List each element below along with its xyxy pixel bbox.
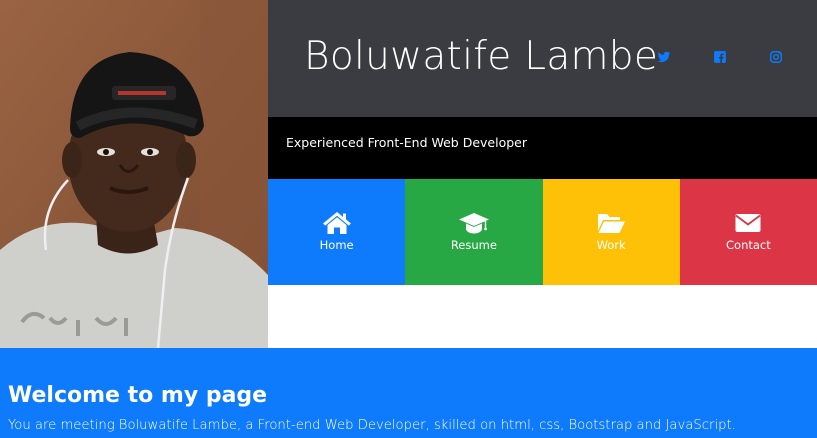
graduation-cap-icon — [458, 211, 489, 235]
twitter-link[interactable] — [657, 50, 671, 64]
welcome-text: You are meeting Boluwatife Lambe, a Fron… — [8, 418, 736, 433]
site-header: Boluwatife Lambe — [268, 0, 817, 117]
site-title: Boluwatife Lambe — [304, 34, 659, 79]
nav-tile-label: Contact — [726, 238, 771, 252]
profile-photo — [0, 0, 268, 348]
facebook-icon — [713, 50, 727, 64]
twitter-icon — [657, 50, 671, 64]
welcome-section: Welcome to my page You are meeting Boluw… — [0, 348, 817, 438]
nav-tile-label: Work — [596, 238, 626, 252]
nav-tile-resume[interactable]: Resume — [405, 179, 543, 285]
welcome-heading: Welcome to my page — [8, 383, 268, 408]
nav-tile-label: Resume — [450, 238, 497, 252]
tagline: Experienced Front-End Web Developer — [286, 135, 527, 150]
envelope-icon — [733, 211, 763, 235]
nav-tile-work[interactable]: Work — [542, 179, 680, 285]
home-icon — [322, 211, 352, 235]
nav-tile-contact[interactable]: Contact — [679, 179, 817, 285]
tagline-bar: Experienced Front-End Web Developer — [268, 117, 817, 179]
blank-area — [268, 285, 817, 348]
nav-tiles: Home Resume Work Contact — [268, 179, 817, 285]
instagram-link[interactable] — [769, 50, 783, 64]
facebook-link[interactable] — [713, 50, 727, 64]
nav-tile-home[interactable]: Home — [268, 179, 406, 285]
instagram-icon — [769, 50, 783, 64]
nav-tile-label: Home — [319, 238, 354, 252]
folder-open-icon — [596, 211, 626, 235]
